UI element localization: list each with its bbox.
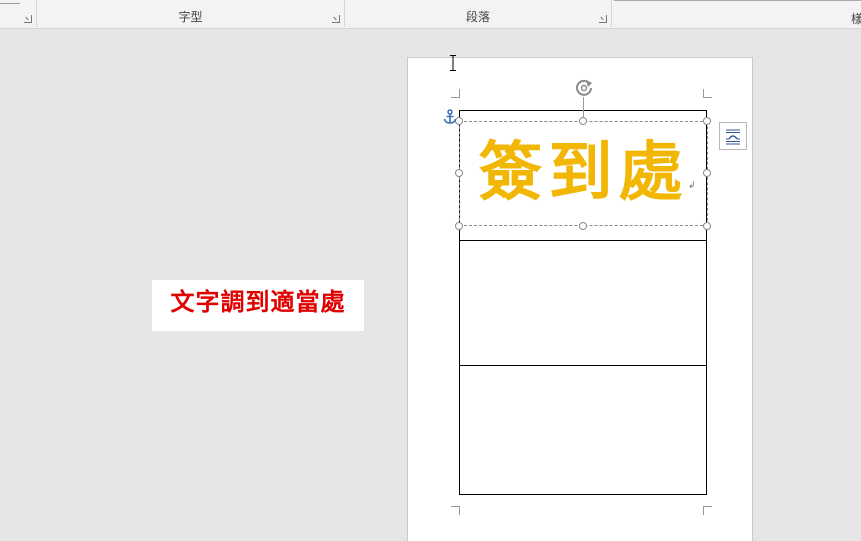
font-group-label: 字型 xyxy=(178,10,203,24)
resize-handle-top[interactable] xyxy=(579,117,587,125)
ribbon-group-paragraph: 段落 xyxy=(345,0,612,27)
margin-corner-top-left xyxy=(451,89,460,98)
rotate-handle-icon[interactable] xyxy=(573,77,595,103)
ribbon-group-bar: 字型 段落 樣 xyxy=(0,0,861,29)
ribbon-group-font: 字型 xyxy=(37,0,345,27)
word-window: 字型 段落 樣 簽到處 ↲ 文字調到適當處 xyxy=(0,0,861,541)
resize-handle-bottom-left[interactable] xyxy=(455,222,463,230)
margin-corner-bottom-left xyxy=(451,506,460,515)
margin-corner-bottom-right xyxy=(703,506,712,515)
dialog-launcher-icon[interactable] xyxy=(24,15,32,23)
text-box-content[interactable]: 簽到處 xyxy=(459,128,708,218)
styles-group-label: 樣 xyxy=(851,12,861,26)
anchor-icon[interactable] xyxy=(443,109,457,129)
paragraph-mark: ↲ xyxy=(688,181,696,191)
resize-handle-bottom[interactable] xyxy=(579,222,587,230)
margin-corner-top-right xyxy=(703,89,712,98)
resize-handle-bottom-right[interactable] xyxy=(703,222,711,230)
resize-handle-top-right[interactable] xyxy=(703,117,711,125)
table-row-divider xyxy=(459,365,707,366)
paragraph-group-label: 段落 xyxy=(465,10,490,24)
resize-handle-right[interactable] xyxy=(703,169,711,177)
dialog-launcher-icon[interactable] xyxy=(599,15,607,23)
table-row-divider xyxy=(459,240,707,241)
resize-handle-left[interactable] xyxy=(455,169,463,177)
annotation-callout: 文字調到適當處 xyxy=(152,280,364,331)
ribbon-group-clipboard xyxy=(0,0,37,27)
ribbon-styles-divider xyxy=(614,0,861,1)
ibeam-cursor-icon xyxy=(450,55,456,75)
dialog-launcher-icon[interactable] xyxy=(332,15,340,23)
layout-options-icon[interactable] xyxy=(719,122,747,150)
annotation-text: 文字調到適當處 xyxy=(170,288,346,316)
